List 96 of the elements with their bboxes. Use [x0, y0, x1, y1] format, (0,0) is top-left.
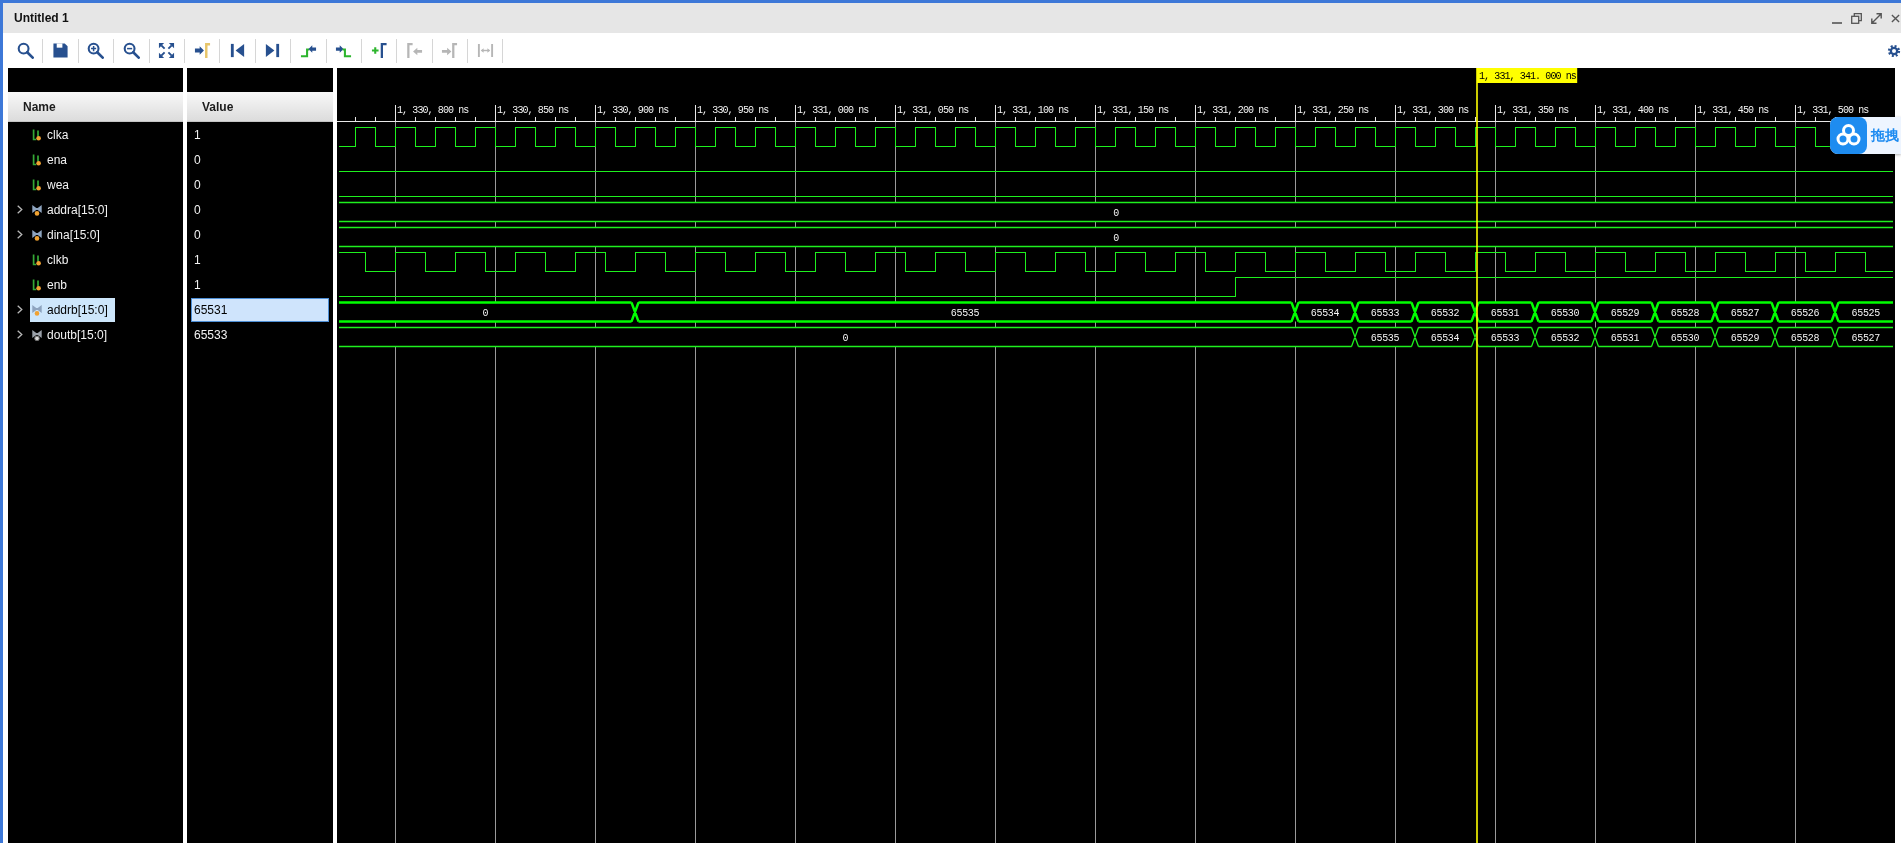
bus-signal-icon: [32, 303, 42, 316]
bus-signal-icon: [32, 203, 42, 216]
bus-value-label: 65529: [1730, 332, 1760, 344]
bus-value-label: 65534: [1430, 332, 1460, 344]
signal-item[interactable]: wea: [30, 172, 76, 197]
bus-value-label: 65527: [1851, 332, 1880, 344]
time-tick-label: 1, 331, 100 ns: [997, 105, 1069, 116]
bus-value-label: 65531: [1490, 307, 1520, 319]
bus-value-label: 65528: [1670, 307, 1700, 319]
signal-item[interactable]: addrb[15:0]: [30, 297, 115, 322]
rings-logo-icon: [1830, 117, 1867, 154]
close-button[interactable]: [1891, 13, 1900, 23]
bus-value-label: 65532: [1430, 307, 1460, 319]
signal-value: 1: [193, 276, 202, 294]
chevron-right-icon[interactable]: [17, 305, 23, 314]
signal-value: 0: [193, 201, 202, 219]
chevron-right-icon[interactable]: [17, 330, 23, 339]
time-tick-label: 1, 330, 850 ns: [497, 105, 569, 116]
time-tick-label: 1, 331, 000 ns: [797, 105, 869, 116]
minimize-button[interactable]: [1832, 21, 1842, 24]
time-tick-label: 1, 331, 350 ns: [1497, 105, 1569, 116]
bus-value-label: 65526: [1790, 307, 1820, 319]
bracket-left-arrow-icon: [406, 42, 423, 59]
time-tick-label: 1, 330, 950 ns: [697, 105, 769, 116]
bus-value-label: 65525: [1851, 307, 1880, 319]
chevron-right-icon[interactable]: [17, 205, 23, 214]
time-tick-label: 1, 331, 050 ns: [897, 105, 969, 116]
bus-value-label: 65533: [1370, 307, 1400, 319]
column-header: Value: [187, 92, 333, 122]
bit-signal-icon: [32, 128, 42, 141]
restore-button[interactable]: [1851, 12, 1862, 24]
plus-bracket-icon: [370, 42, 388, 59]
time-tick-label: 1, 330, 900 ns: [597, 105, 669, 116]
bus-value-label: 0: [482, 307, 489, 319]
bus-value-label: 0: [1113, 207, 1119, 219]
bit-signal-icon: [32, 178, 42, 191]
cursor-time-label: 1, 331, 341. 000 ns: [1476, 68, 1578, 83]
time-tick-label: 1, 331, 400 ns: [1597, 105, 1669, 116]
bus-value-label: 65530: [1670, 332, 1700, 344]
arrow-bracket-icon: [441, 42, 459, 59]
time-tick-label: 1, 331, 450 ns: [1697, 105, 1769, 116]
signal-item[interactable]: clka: [30, 122, 76, 147]
column-header: Name: [8, 92, 183, 122]
time-tick-label: 1, 331, 150 ns: [1097, 105, 1169, 116]
close-icon: [1891, 13, 1900, 23]
signal-value: 0: [193, 226, 202, 244]
signal-item[interactable]: doutb[15:0]: [30, 322, 115, 347]
bus-value-label: 65527: [1730, 307, 1760, 319]
time-tick-label: 1, 331, 300 ns: [1397, 105, 1469, 116]
restore-icon: [1851, 12, 1862, 24]
search-icon: [16, 42, 34, 59]
settings-icon: [1886, 43, 1901, 58]
bus-value-label: 0: [842, 332, 849, 344]
bus-value-label: 65535: [1370, 332, 1400, 344]
bus-signal-icon: [32, 228, 42, 241]
bus-signal-icon: [32, 328, 42, 341]
arrow-bracket-icon: [193, 42, 211, 59]
skip-forward-icon: [264, 42, 282, 59]
bus-value-label: 65530: [1550, 307, 1580, 319]
zoom-in-icon: [87, 42, 105, 59]
maximize-button[interactable]: [1871, 12, 1882, 24]
signal-value: 0: [193, 151, 202, 169]
time-tick-label: 1, 331, 250 ns: [1297, 105, 1369, 116]
signal-value: 65533: [193, 326, 229, 344]
bus-value-label: 65532: [1550, 332, 1580, 344]
signal-item[interactable]: clkb: [30, 247, 76, 272]
chevron-right-icon[interactable]: [17, 230, 23, 239]
signal-value: 1: [193, 126, 202, 144]
bit-signal-icon: [32, 153, 42, 166]
bus-value-label: 65528: [1790, 332, 1820, 344]
signal-item[interactable]: dina[15:0]: [30, 222, 107, 247]
signal-item[interactable]: enb: [30, 272, 75, 297]
minimize-icon: [1832, 21, 1842, 24]
signal-item[interactable]: ena: [30, 147, 75, 172]
bit-signal-icon: [32, 278, 42, 291]
corner-arrows-icon: [158, 42, 176, 59]
bus-value-label: 65529: [1610, 307, 1640, 319]
bus-value-label: 65533: [1490, 332, 1520, 344]
signal-value: 1: [193, 251, 202, 269]
maximize-icon: [1871, 12, 1882, 24]
window-title: Untitled 1: [14, 11, 69, 25]
bracket-span-icon: [476, 42, 494, 59]
time-tick-label: 1, 330, 800 ns: [397, 105, 469, 116]
signal-value: 65531: [191, 297, 329, 322]
skip-back-icon: [229, 42, 247, 59]
bus-value-label: 0: [1113, 232, 1119, 244]
time-tick-label: 1, 331, 500 ns: [1797, 105, 1869, 116]
bus-value-label: 65531: [1610, 332, 1640, 344]
bus-value-label: 65534: [1310, 307, 1340, 319]
bus-value-label: 65535: [950, 307, 980, 319]
zoom-out-icon: [122, 42, 140, 59]
signal-item[interactable]: addra[15:0]: [30, 197, 115, 222]
save-icon: [52, 42, 70, 59]
bit-signal-icon: [32, 253, 42, 266]
time-tick-label: 1, 331, 200 ns: [1197, 105, 1269, 116]
signal-value: 0: [193, 176, 202, 194]
